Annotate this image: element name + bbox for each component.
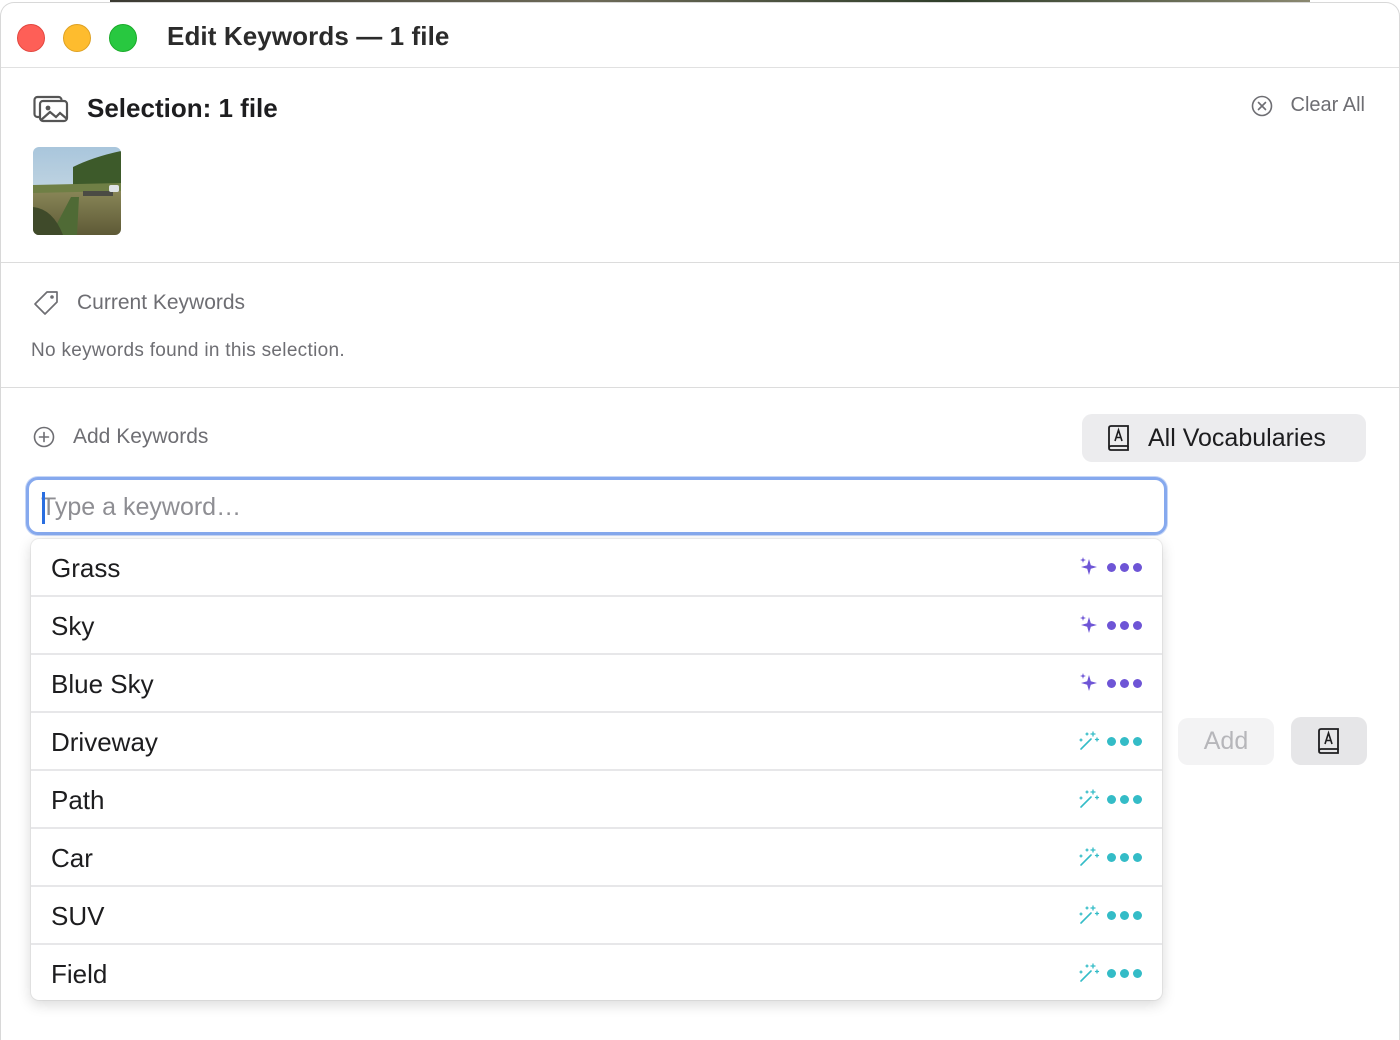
vocabulary-book-icon bbox=[1108, 425, 1129, 451]
magic-wand-icon bbox=[1079, 731, 1100, 750]
magic-wand-icon bbox=[1079, 847, 1100, 866]
text-cursor bbox=[42, 492, 45, 524]
sparkle-icon bbox=[1080, 673, 1097, 691]
suggestion-label: Driveway bbox=[51, 727, 158, 757]
suggestion-row[interactable]: Car bbox=[31, 829, 1162, 887]
current-keywords-header: Current Keywords bbox=[33, 290, 245, 316]
clear-all-button[interactable]: Clear All bbox=[1251, 94, 1365, 117]
sparkle-icon bbox=[1080, 557, 1097, 575]
current-keywords-label: Current Keywords bbox=[77, 291, 246, 314]
sparkle-icon bbox=[1080, 615, 1097, 633]
suggestion-label: Sky bbox=[51, 611, 95, 641]
add-circle-icon bbox=[33, 426, 55, 448]
suggestion-row[interactable]: Grass bbox=[31, 539, 1162, 597]
selection-section: Selection: 1 file Clear All bbox=[1, 69, 1399, 263]
vocabulary-book-icon bbox=[1318, 728, 1339, 754]
suggestion-row[interactable]: Sky bbox=[31, 597, 1162, 655]
suggestion-row[interactable]: Driveway bbox=[31, 713, 1162, 771]
clear-all-label: Clear All bbox=[1290, 94, 1365, 116]
suggestion-label: Field bbox=[51, 959, 108, 989]
selection-title: Selection: 1 file bbox=[87, 93, 278, 123]
current-keywords-section: Current Keywords No keywords found in th… bbox=[1, 264, 1399, 388]
keyword-input-container bbox=[26, 477, 1167, 535]
suggestion-label: Blue Sky bbox=[51, 669, 154, 699]
all-vocabularies-button[interactable]: All Vocabularies bbox=[1082, 414, 1366, 462]
more-options-icon[interactable] bbox=[1107, 911, 1142, 920]
add-keywords-header: Add Keywords bbox=[33, 425, 208, 449]
edit-keywords-window: Edit Keywords — 1 file Selection: 1 file… bbox=[0, 2, 1400, 1040]
minimize-window-button[interactable] bbox=[63, 24, 91, 52]
all-vocabularies-label: All Vocabularies bbox=[1148, 423, 1326, 452]
magic-wand-icon bbox=[1079, 963, 1100, 982]
window-title: Edit Keywords — 1 file bbox=[167, 21, 450, 51]
add-button[interactable]: Add bbox=[1178, 718, 1274, 765]
keyword-input[interactable] bbox=[41, 489, 1141, 525]
selected-photo-thumbnail[interactable] bbox=[33, 147, 121, 235]
close-window-button[interactable] bbox=[17, 24, 45, 52]
more-options-icon[interactable] bbox=[1107, 621, 1142, 630]
suggestion-label: SUV bbox=[51, 901, 105, 931]
title-bar: Edit Keywords — 1 file bbox=[1, 3, 1399, 68]
clear-circle-x-icon bbox=[1251, 95, 1272, 116]
add-keywords-label: Add Keywords bbox=[73, 425, 209, 448]
more-options-icon[interactable] bbox=[1107, 795, 1142, 804]
suggestion-row[interactable]: SUV bbox=[31, 887, 1162, 945]
more-options-icon[interactable] bbox=[1107, 563, 1142, 572]
keyword-suggestions-list: Grass Sky Blue Sky Driveway Path Car SUV Field bbox=[31, 539, 1162, 1000]
suggestion-label: Path bbox=[51, 785, 105, 815]
suggestion-row[interactable]: Blue Sky bbox=[31, 655, 1162, 713]
more-options-icon[interactable] bbox=[1107, 737, 1142, 746]
photos-icon bbox=[33, 95, 69, 123]
more-options-icon[interactable] bbox=[1107, 679, 1142, 688]
no-keywords-message: No keywords found in this selection. bbox=[31, 340, 345, 361]
zoom-window-button[interactable] bbox=[109, 24, 137, 52]
suggestion-row[interactable]: Path bbox=[31, 771, 1162, 829]
suggestion-row[interactable]: Field bbox=[31, 945, 1162, 1000]
more-options-icon[interactable] bbox=[1107, 969, 1142, 978]
magic-wand-icon bbox=[1079, 905, 1100, 924]
suggestion-label: Grass bbox=[51, 553, 121, 583]
vocabulary-browser-button[interactable] bbox=[1291, 717, 1367, 765]
suggestion-label: Car bbox=[51, 843, 93, 873]
magic-wand-icon bbox=[1079, 789, 1100, 808]
tag-icon bbox=[34, 291, 58, 315]
more-options-icon[interactable] bbox=[1107, 853, 1142, 862]
